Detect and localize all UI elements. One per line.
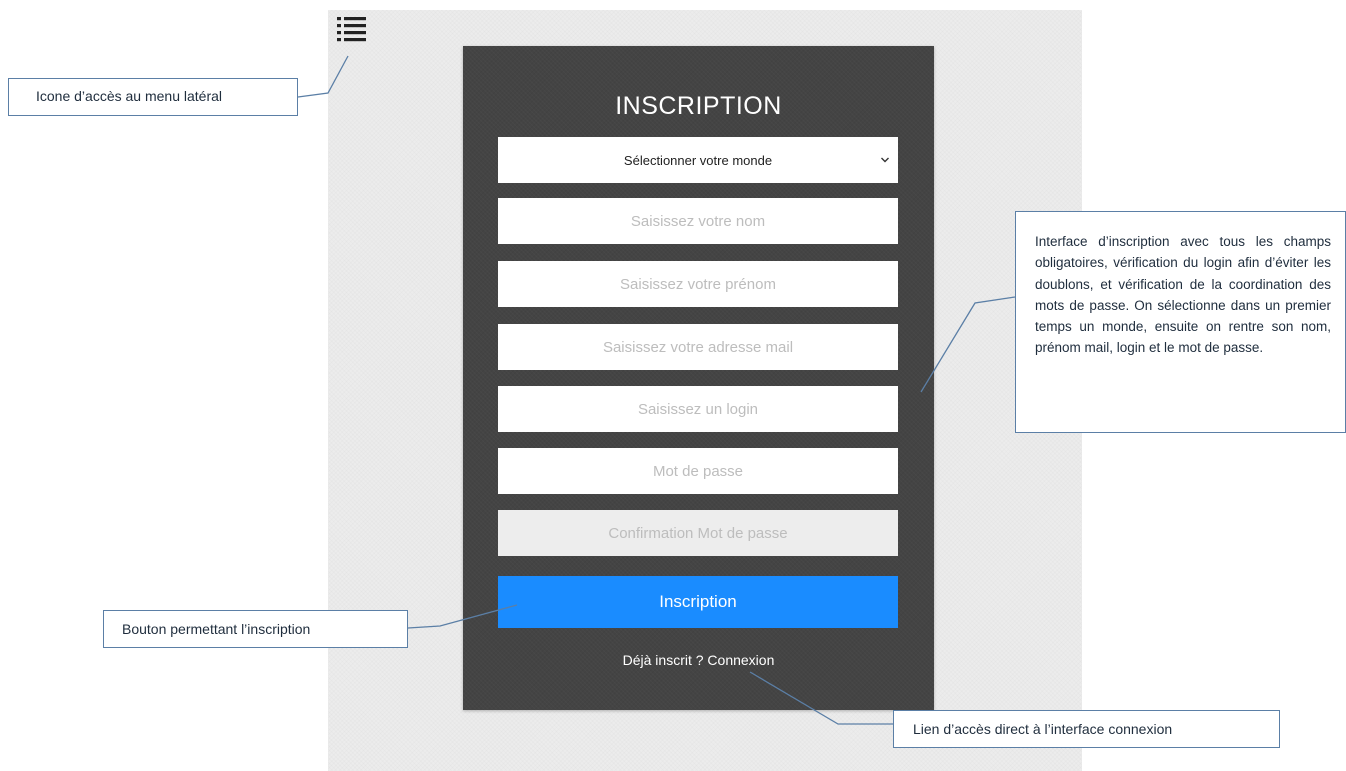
world-select[interactable]: Sélectionner votre monde (498, 137, 898, 183)
nom-input[interactable] (498, 198, 898, 244)
email-input[interactable] (498, 324, 898, 370)
world-select-label: Sélectionner votre monde (623, 152, 773, 168)
confirm-password-input[interactable] (498, 510, 898, 556)
registration-card: INSCRIPTION Sélectionner votre monde Ins… (463, 46, 934, 710)
callout-interface-description: Interface d’inscription avec tous les ch… (1015, 211, 1346, 433)
login-link[interactable]: Déjà inscrit ? Connexion (463, 652, 934, 668)
list-menu-icon[interactable] (336, 16, 368, 42)
prenom-input[interactable] (498, 261, 898, 307)
callout-inscription-button: Bouton permettant l’inscription (103, 610, 408, 648)
inscription-button[interactable]: Inscription (498, 576, 898, 628)
form-title: INSCRIPTION (615, 92, 782, 120)
callout-menu-icon: Icone d’accès au menu latéral (8, 78, 298, 116)
chevron-down-icon (880, 153, 890, 163)
password-input[interactable] (498, 448, 898, 494)
login-input[interactable] (498, 386, 898, 432)
callout-login-link: Lien d’accès direct à l’interface connex… (893, 710, 1280, 748)
